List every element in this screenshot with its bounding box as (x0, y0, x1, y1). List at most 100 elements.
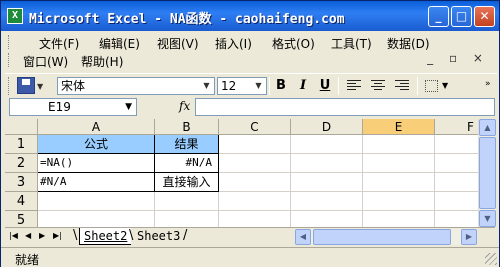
font-name-select[interactable]: 宋体 ▼ (57, 77, 215, 95)
cell-e4[interactable] (363, 192, 435, 211)
tab-sheet3[interactable]: Sheet3 (133, 228, 184, 245)
formula-input[interactable] (195, 98, 495, 116)
cell-c3[interactable] (219, 173, 291, 192)
save-icon[interactable] (17, 77, 35, 94)
name-box[interactable]: E19 ▼ (9, 98, 137, 116)
toolbar-grip[interactable] (8, 77, 11, 95)
cell-f1[interactable] (435, 135, 478, 154)
cell-a4[interactable] (38, 192, 155, 211)
excel-window: X Microsoft Excel - NA函数 - caohaifeng.co… (0, 0, 500, 267)
cell-a1[interactable]: 公式 (38, 135, 155, 154)
prev-sheet-icon[interactable]: ◀ (25, 231, 31, 240)
cell-c5[interactable] (219, 211, 291, 227)
scroll-up-icon[interactable]: ▲ (479, 119, 496, 136)
menu-help[interactable]: 帮助(H) (81, 53, 123, 70)
align-center-icon[interactable] (371, 80, 385, 92)
column-header-a[interactable]: A (38, 119, 155, 135)
horizontal-scrollbar[interactable]: ◀ ▶ (295, 229, 477, 245)
cell-b3[interactable]: 直接输入 (155, 173, 219, 192)
cell-d4[interactable] (291, 192, 363, 211)
cell-e3[interactable] (363, 173, 435, 192)
cell-e1[interactable] (363, 135, 435, 154)
font-size-select[interactable]: 12 ▼ (217, 77, 267, 95)
underline-button[interactable]: U (315, 77, 335, 95)
toolbar-separator (417, 77, 418, 95)
align-right-icon[interactable] (395, 80, 409, 92)
align-left-icon[interactable] (347, 80, 361, 92)
formatting-toolbar: ▼ 宋体 ▼ 12 ▼ B I U ▼ » (5, 73, 497, 97)
minimize-button[interactable]: _ (428, 6, 449, 27)
maximize-button[interactable]: □ (451, 6, 472, 27)
cell-c4[interactable] (219, 192, 291, 211)
vertical-scrollbar[interactable]: ▲ ▼ (478, 119, 496, 227)
menu-edit[interactable]: 编辑(E) (99, 35, 140, 52)
column-header-c[interactable]: C (219, 119, 291, 135)
menu-window[interactable]: 窗口(W) (23, 53, 68, 70)
row-header-2[interactable]: 2 (5, 154, 38, 173)
workbook-window-controls[interactable]: _ ▫ × (427, 51, 489, 65)
worksheet-grid[interactable]: A B C D E F 1 2 3 4 5 公式 结果 =NA() #N/A #… (5, 119, 478, 227)
toolbar-options-icon[interactable]: » (485, 79, 491, 89)
chevron-down-icon[interactable]: ▼ (37, 82, 43, 91)
cell-a5[interactable] (38, 211, 155, 227)
cell-a2[interactable]: =NA() (38, 154, 155, 173)
scroll-down-icon[interactable]: ▼ (479, 210, 496, 227)
column-header-b[interactable]: B (155, 119, 219, 135)
chevron-down-icon[interactable]: ▼ (200, 79, 213, 93)
cell-b1[interactable]: 结果 (155, 135, 219, 154)
cell-d2[interactable] (291, 154, 363, 173)
cell-a3[interactable]: #N/A (38, 173, 155, 192)
menu-format[interactable]: 格式(O) (272, 35, 315, 52)
horizontal-scroll-thumb[interactable] (313, 229, 451, 245)
cell-f2[interactable] (435, 154, 478, 173)
next-sheet-icon[interactable]: ▶ (39, 231, 45, 240)
scroll-left-icon[interactable]: ◀ (295, 229, 311, 245)
cell-b4[interactable] (155, 192, 219, 211)
select-all-corner[interactable] (5, 119, 38, 135)
tab-sheet2[interactable]: Sheet2 (79, 228, 132, 245)
last-sheet-icon[interactable]: ▶| (53, 231, 62, 240)
menu-grip[interactable] (8, 35, 11, 49)
cell-f5[interactable] (435, 211, 478, 227)
first-sheet-icon[interactable]: |◀ (9, 231, 18, 240)
cell-e5[interactable] (363, 211, 435, 227)
menu-file[interactable]: 文件(F) (39, 35, 79, 52)
menu-view[interactable]: 视图(V) (157, 35, 199, 52)
cell-d3[interactable] (291, 173, 363, 192)
menu-grip[interactable] (8, 53, 11, 67)
bold-button[interactable]: B (271, 77, 291, 95)
column-header-e[interactable]: E (363, 119, 435, 135)
cell-c1[interactable] (219, 135, 291, 154)
cell-d1[interactable] (291, 135, 363, 154)
cell-c2[interactable] (219, 154, 291, 173)
cell-f3[interactable] (435, 173, 478, 192)
menu-tools[interactable]: 工具(T) (331, 35, 372, 52)
toolbar-separator (338, 77, 339, 95)
insert-function-icon[interactable]: fx (179, 99, 190, 113)
cell-b5[interactable] (155, 211, 219, 227)
scroll-right-icon[interactable]: ▶ (461, 229, 477, 245)
close-button[interactable]: ✕ (474, 6, 495, 27)
cell-d5[interactable] (291, 211, 363, 227)
cell-f4[interactable] (435, 192, 478, 211)
menu-insert[interactable]: 插入(I) (215, 35, 252, 52)
row-header-5[interactable]: 5 (5, 211, 38, 227)
borders-icon[interactable] (425, 80, 438, 92)
vertical-scroll-thumb[interactable] (479, 137, 496, 209)
row-header-4[interactable]: 4 (5, 192, 38, 211)
title-bar[interactable]: X Microsoft Excel - NA函数 - caohaifeng.co… (1, 1, 499, 31)
chevron-down-icon[interactable]: ▼ (252, 79, 265, 93)
column-header-d[interactable]: D (291, 119, 363, 135)
column-header-f[interactable]: F (435, 119, 478, 135)
resize-grip-icon[interactable] (485, 253, 497, 265)
excel-icon[interactable]: X (7, 8, 23, 24)
cell-b2[interactable]: #N/A (155, 154, 219, 173)
menu-data[interactable]: 数据(D) (387, 35, 430, 52)
row-header-3[interactable]: 3 (5, 173, 38, 192)
cell-e2[interactable] (363, 154, 435, 173)
chevron-down-icon[interactable]: ▼ (442, 81, 448, 90)
toolbar-separator (269, 77, 270, 95)
chevron-down-icon[interactable]: ▼ (125, 99, 132, 115)
row-header-1[interactable]: 1 (5, 135, 38, 154)
italic-button[interactable]: I (293, 77, 313, 95)
